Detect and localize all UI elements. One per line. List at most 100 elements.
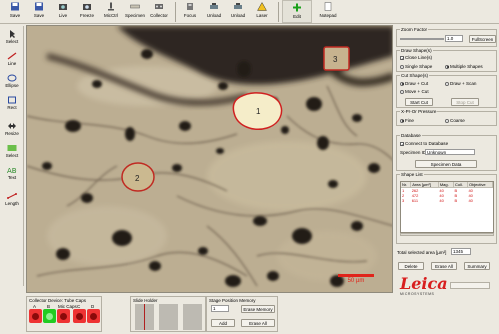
- live-button[interactable]: Live: [52, 0, 74, 23]
- radio-icon: [445, 118, 449, 123]
- tool-rect[interactable]: Rect: [0, 92, 24, 114]
- move-cut-radio[interactable]: Move + Cut: [400, 89, 429, 94]
- tool-select[interactable]: Select: [0, 26, 24, 48]
- unload-collector-button[interactable]: Unload: [227, 0, 249, 23]
- focus-icon: [187, 3, 193, 10]
- collector-slot-mic-caps[interactable]: [57, 309, 70, 323]
- drawing-tools: Select Line Ellipse Rect Resize Select A…: [0, 26, 24, 286]
- database-group: Database ✓Connect to Database Specimen I…: [396, 133, 497, 171]
- shape-list-group: Shape List Nr. Area [µm²] Mag. Coll. Obj…: [396, 172, 497, 244]
- cap-icon: [76, 312, 83, 320]
- zoom-value-field[interactable]: 1.0: [445, 35, 463, 42]
- single-shape-radio[interactable]: Single Shape: [400, 64, 432, 69]
- toolbar-divider: [278, 2, 279, 22]
- slide-position-3[interactable]: [183, 304, 202, 330]
- status-field: [450, 282, 490, 289]
- collector-slot-a[interactable]: [29, 309, 42, 323]
- toolbar-divider: [175, 2, 176, 22]
- stop-cut-button[interactable]: Stop Cut: [451, 98, 479, 106]
- tool-length[interactable]: Length: [0, 188, 24, 210]
- summary-button[interactable]: Summary: [464, 262, 490, 270]
- zoom-slider[interactable]: [400, 38, 444, 40]
- rectangle-icon: [8, 96, 16, 104]
- erase-all-shapes-button[interactable]: Erase All: [431, 262, 457, 270]
- add-position-button[interactable]: Add: [211, 319, 235, 327]
- collector-device-group: Collector Device: Tube Caps A B Mic Caps…: [26, 296, 102, 332]
- specimen-icon: [130, 4, 140, 9]
- table-row[interactable]: 3 611 40 B 40: [401, 198, 493, 203]
- microscope-image[interactable]: 1 2 3 50 µm: [26, 25, 393, 293]
- edit-button[interactable]: Edit: [282, 0, 312, 23]
- unload-button[interactable]: Unload: [203, 0, 225, 23]
- stage-position-select[interactable]: 1: [211, 305, 229, 312]
- erase-memory-button[interactable]: Erase Memory: [241, 305, 275, 313]
- camera-freeze-icon: [83, 4, 91, 10]
- collector-button[interactable]: Collector: [148, 0, 170, 23]
- slide-position-2[interactable]: [159, 304, 178, 330]
- cut-shape-3[interactable]: 3: [323, 46, 350, 71]
- fine-radio[interactable]: Fine: [400, 118, 414, 123]
- unload-icon: [210, 3, 218, 9]
- leica-logo: Leica MICROSYSTEMS: [400, 274, 448, 297]
- specimen-id-field[interactable]: Unknown: [425, 149, 475, 155]
- close-lines-checkbox[interactable]: ✓Close Line(s): [400, 55, 432, 60]
- micctrl-button[interactable]: MicCtrl: [100, 0, 122, 23]
- table-header-row: Nr. Area [µm²] Mag. Coll. Objective: [401, 182, 493, 188]
- select-icon: [7, 145, 17, 151]
- tool-ellipse[interactable]: Ellipse: [0, 70, 24, 92]
- scale-bar-line: [338, 274, 374, 277]
- radio-icon: [400, 89, 404, 94]
- draw-cut-radio[interactable]: Draw + Cut: [400, 81, 428, 86]
- radio-icon: [400, 64, 404, 69]
- unload-icon: [234, 3, 242, 9]
- notepad-button[interactable]: Notepad: [314, 0, 342, 23]
- freeze-button[interactable]: Freeze: [76, 0, 98, 23]
- laser-button[interactable]: Laser: [251, 0, 273, 23]
- main-toolbar: Save Save Live Freeze MicCtrl Specimen C…: [0, 0, 499, 24]
- fullscreen-button[interactable]: FullScreen: [469, 35, 496, 43]
- scale-bar-label: 50 µm: [347, 278, 365, 284]
- tool-resize[interactable]: Resize: [0, 118, 24, 140]
- tool-text[interactable]: ABCText: [0, 162, 24, 184]
- cut-shapes-group: Cut Shape(s) Draw + Cut Draw + Scan Move…: [396, 73, 497, 108]
- collector-slot-d[interactable]: [87, 309, 100, 323]
- connect-database-checkbox[interactable]: ✓Connect to Database: [400, 141, 448, 146]
- save-button[interactable]: Save: [4, 0, 26, 23]
- multiple-shapes-radio[interactable]: Multiple Shapes: [445, 64, 483, 69]
- stage-memory-group: Stage Position Memory 1 Erase Memory Add…: [206, 296, 278, 332]
- specimen-data-button[interactable]: Specimen Data: [415, 160, 477, 168]
- focus-button[interactable]: Focus: [179, 0, 201, 23]
- slide-marker: [144, 304, 145, 330]
- pressure-group: X-Pr-Or Pressure Fine Coarse: [396, 109, 497, 126]
- camera-icon: [59, 4, 67, 10]
- erase-all-positions-button[interactable]: Erase All: [241, 319, 275, 327]
- draw-shapes-group: Draw Shape(s) ✓Close Line(s) Single Shap…: [396, 48, 497, 72]
- tool-select-shape[interactable]: Select: [0, 140, 24, 162]
- lmd-application: Save Save Live Freeze MicCtrl Specimen C…: [0, 0, 499, 334]
- zoom-group: Zoom Factor 1.0 FullScreen: [396, 27, 497, 47]
- cut-shape-1[interactable]: 1: [232, 92, 283, 130]
- tool-line[interactable]: Line: [0, 48, 24, 70]
- cap-icon: [32, 312, 39, 320]
- ellipse-icon: [7, 74, 17, 82]
- start-cut-button[interactable]: Start Cut: [405, 98, 433, 106]
- slide-position-1[interactable]: [135, 304, 154, 330]
- collector-slot-c[interactable]: [73, 309, 86, 323]
- radio-selected-icon: [400, 118, 404, 123]
- bottom-panel: Collector Device: Tube Caps A B Mic Caps…: [26, 294, 394, 334]
- save-as-button[interactable]: Save: [28, 0, 50, 23]
- collector-slot-b[interactable]: [43, 309, 56, 323]
- cut-shape-2[interactable]: 2: [121, 162, 155, 192]
- svg-text:ABC: ABC: [7, 167, 17, 174]
- specimen-id-label: Specimen ID: [400, 150, 427, 155]
- cap-icon: [60, 312, 67, 320]
- delete-button[interactable]: Delete: [398, 262, 424, 270]
- shape-list-scrollbar[interactable]: [400, 233, 494, 236]
- specimen-button[interactable]: Specimen: [124, 0, 146, 23]
- coarse-radio[interactable]: Coarse: [445, 118, 465, 123]
- total-area-label: Total selected area [µm²]: [397, 250, 447, 255]
- radio-icon: [445, 81, 449, 86]
- radio-selected-icon: [400, 81, 404, 86]
- draw-scan-radio[interactable]: Draw + Scan: [445, 81, 476, 86]
- shape-list-table[interactable]: Nr. Area [µm²] Mag. Coll. Objective 1 26…: [400, 181, 494, 233]
